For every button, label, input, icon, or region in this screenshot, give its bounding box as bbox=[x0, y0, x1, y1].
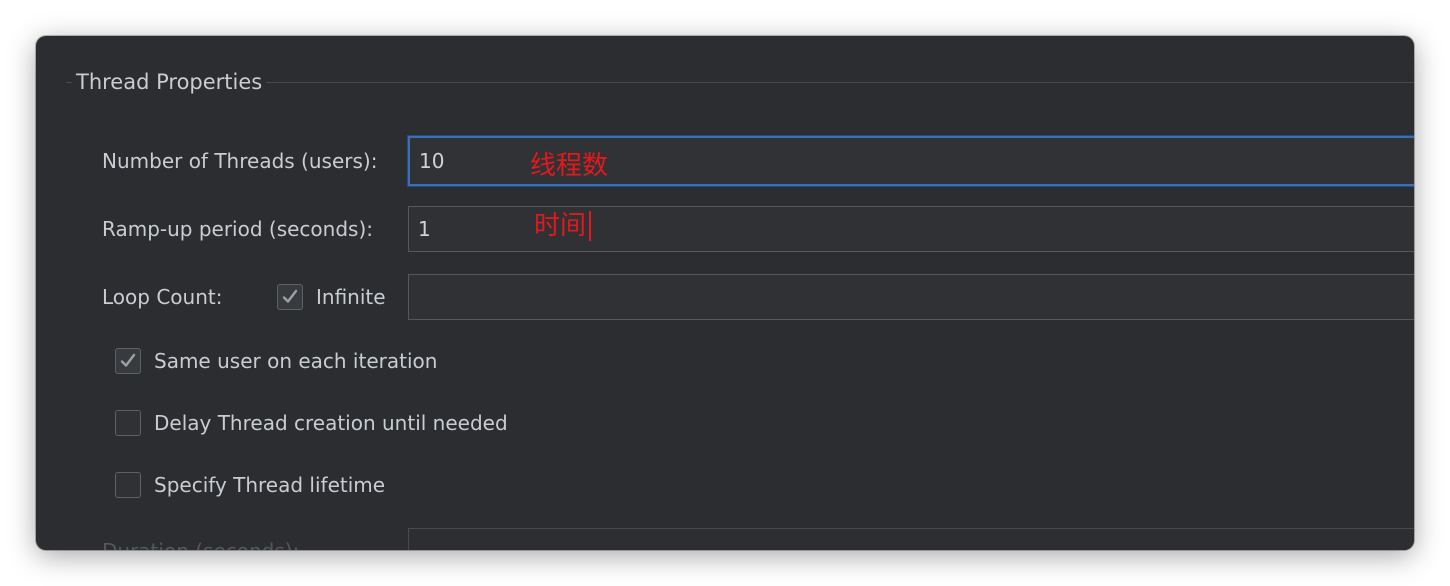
thread-group-panel: Thread Properties Number of Threads (use… bbox=[36, 36, 1414, 550]
delay-creation-checkbox[interactable] bbox=[115, 410, 141, 436]
specify-lifetime-checkbox[interactable] bbox=[115, 472, 141, 498]
duration-label: Duration (seconds): bbox=[102, 538, 299, 550]
threads-annotation: 线程数 bbox=[530, 151, 609, 181]
text-caret bbox=[589, 211, 591, 241]
infinite-checkbox[interactable] bbox=[277, 284, 303, 310]
threads-label: Number of Threads (users): bbox=[102, 149, 378, 173]
specify-lifetime-label[interactable]: Specify Thread lifetime bbox=[154, 472, 385, 498]
threads-value: 10 bbox=[419, 149, 445, 173]
duration-input[interactable] bbox=[408, 528, 1414, 550]
rampup-label: Ramp-up period (seconds): bbox=[102, 217, 373, 241]
loop-count-label: Loop Count: bbox=[102, 285, 223, 309]
same-user-label[interactable]: Same user on each iteration bbox=[154, 348, 437, 374]
infinite-label: Infinite bbox=[316, 285, 386, 309]
section-title: Thread Properties bbox=[72, 68, 267, 96]
delay-creation-label[interactable]: Delay Thread creation until needed bbox=[154, 410, 508, 436]
loop-count-input[interactable] bbox=[408, 274, 1414, 320]
checkmark-icon bbox=[120, 353, 136, 367]
same-user-checkbox[interactable] bbox=[115, 348, 141, 374]
rampup-value: 1 bbox=[418, 217, 431, 241]
checkmark-icon bbox=[282, 289, 298, 303]
rampup-annotation: 时间 bbox=[534, 211, 587, 241]
section-divider bbox=[66, 82, 1414, 83]
